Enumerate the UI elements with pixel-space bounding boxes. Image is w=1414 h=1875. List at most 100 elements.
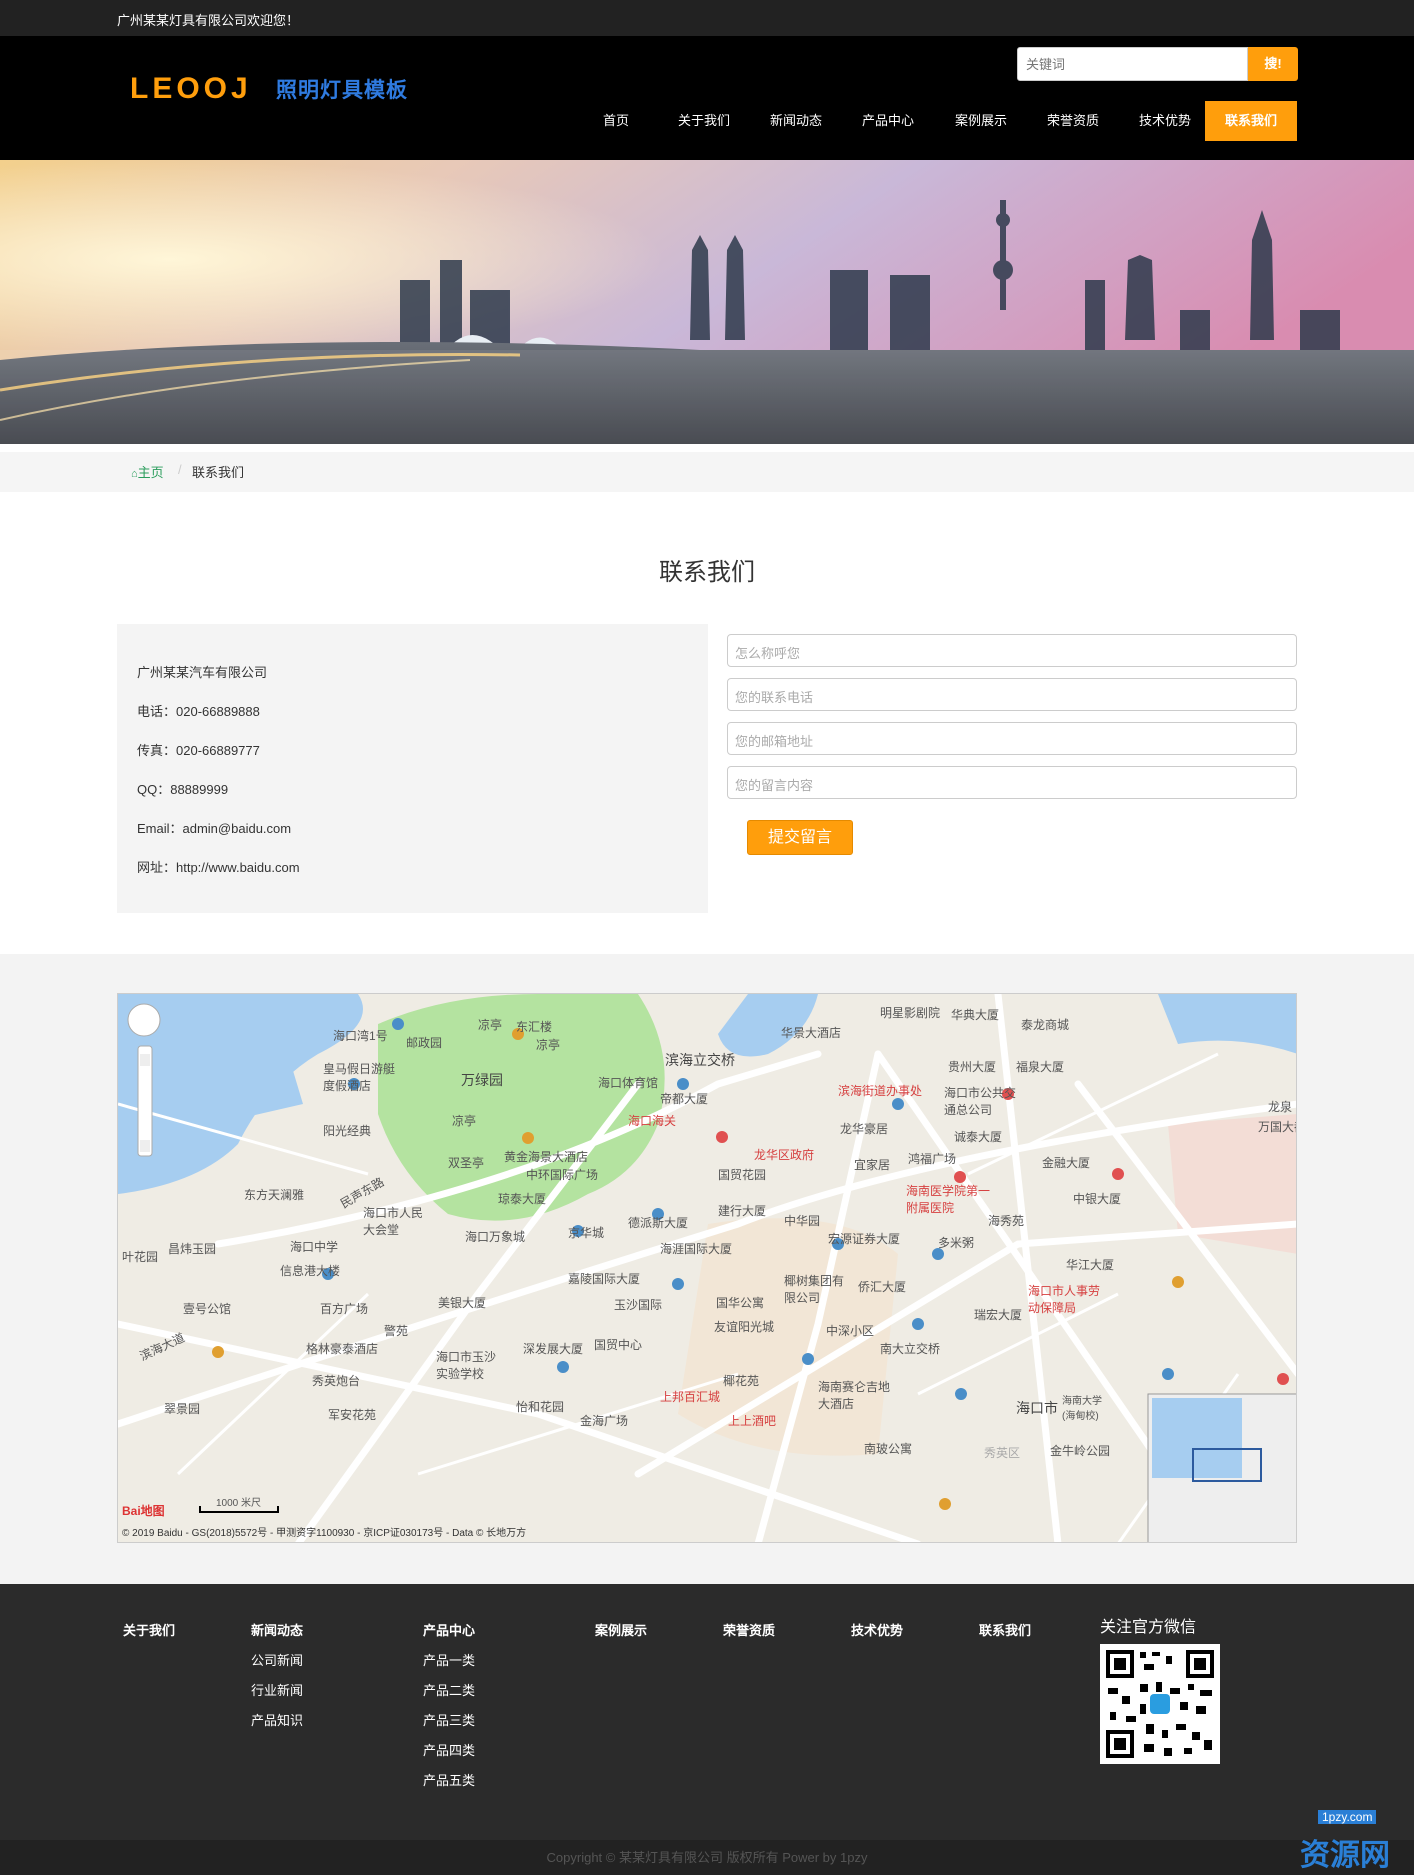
- map-label: 鸿福广场: [908, 1152, 957, 1166]
- map-label: 友谊阳光城: [714, 1320, 775, 1334]
- map-label: 中深小区: [826, 1324, 875, 1338]
- nav-cases[interactable]: 案例展示: [940, 101, 1022, 141]
- footer-col-news[interactable]: 新闻动态: [251, 1620, 303, 1639]
- footer-link[interactable]: 行业新闻: [251, 1680, 303, 1699]
- submit-button[interactable]: 提交留言: [747, 820, 853, 855]
- footer-col-contact[interactable]: 联系我们: [979, 1620, 1031, 1639]
- map-label: 翠景园: [164, 1402, 201, 1416]
- map-label: 中银大厦: [1073, 1192, 1122, 1206]
- map-label: 海南医学院第一附属医院: [906, 1184, 991, 1215]
- map-label: 海秀苑: [988, 1214, 1025, 1228]
- footer-col-tech[interactable]: 技术优势: [851, 1620, 903, 1639]
- map-label: 海口市人民大会堂: [363, 1206, 424, 1237]
- breadcrumb-home-label: 主页: [137, 465, 164, 480]
- footer-link[interactable]: 产品五类: [423, 1770, 475, 1789]
- footer-col-products[interactable]: 产品中心: [423, 1620, 475, 1639]
- map-label: 德派斯大厦: [628, 1216, 689, 1230]
- phone-field[interactable]: 您的联系电话: [727, 678, 1297, 711]
- email-field[interactable]: 您的邮箱地址: [727, 722, 1297, 755]
- map-label: 泰龙商城: [1021, 1018, 1070, 1032]
- map-label: 海南赛仑吉地大酒店: [818, 1380, 891, 1411]
- map-scale: 1000 米尺: [216, 1498, 262, 1509]
- map-label: 国华公寓: [716, 1296, 765, 1310]
- breadcrumb-separator: /: [178, 462, 182, 477]
- map-label: 海口万象城: [465, 1230, 526, 1244]
- contact-website: 网址：http://www.baidu.com: [137, 860, 300, 875]
- search-button[interactable]: 搜!: [1248, 47, 1298, 81]
- map-label: 侨汇大厦: [858, 1280, 907, 1294]
- map-label: 阳光经典: [323, 1124, 372, 1138]
- map-label: 椰花苑: [723, 1374, 760, 1388]
- company-name: 广州某某汽车有限公司: [137, 665, 268, 680]
- nav-tech[interactable]: 技术优势: [1124, 101, 1206, 141]
- contact-phone: 电话：020-66889888: [137, 704, 260, 719]
- map-label: 海口湾1号: [333, 1029, 388, 1043]
- top-bar: 广州某某灯具有限公司欢迎您！: [0, 0, 1414, 36]
- nav-honors[interactable]: 荣誉资质: [1032, 101, 1114, 141]
- map-label: 凉亭: [452, 1114, 477, 1128]
- contact-email: Email：admin@baidu.com: [137, 821, 292, 836]
- map-label: 军安花苑: [328, 1408, 377, 1422]
- breadcrumb-current: 联系我们: [192, 465, 245, 480]
- footer-link[interactable]: 产品一类: [423, 1650, 475, 1669]
- map-label: 华典大厦: [951, 1008, 1000, 1022]
- watermark: 1pzy.com 资源网: [1200, 1810, 1414, 1875]
- map-label: 中华园: [784, 1214, 821, 1228]
- map-label: 金牛岭公园: [1050, 1444, 1111, 1458]
- map-label: 秀英炮台: [312, 1374, 361, 1388]
- breadcrumb-home[interactable]: ⌂主页: [131, 462, 164, 481]
- header: LEOOJ 照明灯具模板 搜! 首页 关于我们 新闻动态 产品中心 案例展示 荣…: [0, 36, 1414, 160]
- message-field[interactable]: 您的留言内容: [727, 766, 1297, 799]
- nav-about[interactable]: 关于我们: [663, 101, 745, 141]
- logo-icon[interactable]: LEOOJ: [130, 68, 262, 104]
- watermark-text: 资源网: [1300, 1839, 1390, 1872]
- nav-news[interactable]: 新闻动态: [755, 101, 837, 141]
- map-label: 双圣亭: [448, 1156, 485, 1170]
- map-label: 海涯国际大厦: [660, 1242, 733, 1256]
- footer-link[interactable]: 产品四类: [423, 1740, 475, 1759]
- map-label: 海口市人事劳动保障局: [1028, 1284, 1101, 1315]
- map-label: 海南大学(海甸校): [1062, 1396, 1102, 1422]
- map-label: 邮政园: [406, 1036, 443, 1050]
- search-input[interactable]: [1017, 47, 1248, 81]
- map-label: 怡和花园: [516, 1400, 565, 1414]
- map-label: 海口海关: [628, 1114, 677, 1128]
- nav-home[interactable]: 首页: [585, 101, 647, 141]
- map-label: 海口市: [1016, 1400, 1058, 1416]
- map-label: 福泉大厦: [1016, 1060, 1065, 1074]
- contact-fax: 传真：020-66889777: [137, 743, 260, 758]
- name-field[interactable]: 怎么称呼您: [727, 634, 1297, 667]
- map-label: 海口体育馆: [598, 1076, 659, 1090]
- baidu-map[interactable]: 海口湾1号 邮政园 凉亭 东汇楼 凉亭 万绿园 海口体育馆 滨海立交桥 华景大酒…: [117, 993, 1297, 1543]
- welcome-text: 广州某某灯具有限公司欢迎您！: [117, 13, 300, 28]
- footer-col-honors[interactable]: 荣誉资质: [723, 1620, 775, 1639]
- footer-col-about[interactable]: 关于我们: [123, 1620, 175, 1639]
- map-label: 凉亭: [478, 1018, 503, 1032]
- map-label: 百方广场: [320, 1302, 369, 1316]
- watermark-domain: 1pzy.com: [1318, 1810, 1377, 1824]
- footer-col-cases[interactable]: 案例展示: [595, 1620, 647, 1639]
- footer-link[interactable]: 产品知识: [251, 1710, 303, 1729]
- map-label: 国贸花园: [718, 1168, 767, 1182]
- map-label: 瑞宏大厦: [974, 1308, 1023, 1322]
- nav-contact[interactable]: 联系我们: [1205, 101, 1297, 141]
- map-label: 华江大厦: [1066, 1258, 1115, 1272]
- logo-text: LEOOJ: [130, 72, 252, 104]
- map-label: 国贸中心: [594, 1338, 643, 1352]
- nav-products[interactable]: 产品中心: [847, 101, 929, 141]
- footer-link[interactable]: 产品二类: [423, 1680, 475, 1699]
- map-label: 多米粥: [938, 1236, 975, 1250]
- footer-link[interactable]: 产品三类: [423, 1710, 475, 1729]
- map-label: 上邦百汇城: [660, 1390, 721, 1404]
- map-label: 凉亭: [536, 1038, 561, 1052]
- map-label: 宏源证券大厦: [828, 1232, 901, 1246]
- map-label: 海口市公共交通总公司: [944, 1086, 1017, 1117]
- contact-qq: QQ：88889999: [137, 782, 229, 797]
- footer-link[interactable]: 公司新闻: [251, 1650, 303, 1669]
- map-label: 海口中学: [290, 1240, 339, 1254]
- map-label: 上上酒吧: [728, 1414, 777, 1428]
- map-label: 叶花园: [122, 1250, 159, 1264]
- map-label: 滨海立交桥: [665, 1052, 735, 1068]
- map-label: 东方天澜雅: [244, 1188, 305, 1202]
- map-label: 玉沙国际: [614, 1298, 663, 1312]
